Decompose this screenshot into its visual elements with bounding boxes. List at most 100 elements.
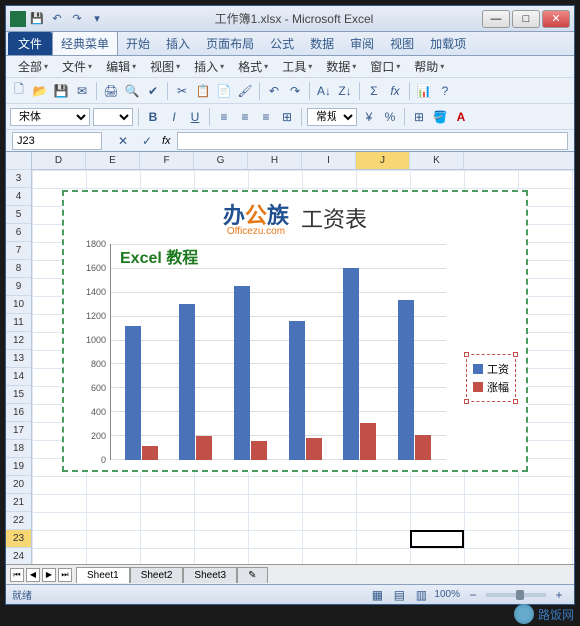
italic-icon[interactable]: I xyxy=(165,108,183,126)
tab-insert[interactable]: 插入 xyxy=(158,32,198,55)
number-format-select[interactable]: 常规 xyxy=(307,108,357,126)
bar[interactable] xyxy=(343,268,359,460)
print-icon[interactable]: 🖨 xyxy=(102,82,120,100)
view-break-icon[interactable]: ▥ xyxy=(412,586,430,604)
sheet-tab[interactable]: Sheet1 xyxy=(76,567,130,583)
fx-icon[interactable]: fx xyxy=(386,82,404,100)
row-header[interactable]: 15 xyxy=(6,386,31,404)
row-header[interactable]: 17 xyxy=(6,422,31,440)
sheet-tab[interactable]: Sheet2 xyxy=(130,567,184,583)
row-header[interactable]: 21 xyxy=(6,494,31,512)
row-header[interactable]: 14 xyxy=(6,368,31,386)
col-header[interactable]: I xyxy=(302,152,356,169)
view-layout-icon[interactable]: ▤ xyxy=(390,586,408,604)
zoom-out-button[interactable]: − xyxy=(464,586,482,604)
row-header[interactable]: 7 xyxy=(6,242,31,260)
tab-review[interactable]: 审阅 xyxy=(342,32,382,55)
row-header[interactable]: 9 xyxy=(6,278,31,296)
row-header[interactable]: 11 xyxy=(6,314,31,332)
row-header[interactable]: 18 xyxy=(6,440,31,458)
fill-color-icon[interactable]: 🪣 xyxy=(431,108,449,126)
qat-more-icon[interactable]: ▾ xyxy=(88,10,106,28)
new-icon[interactable]: 🗋 xyxy=(10,82,28,100)
bar[interactable] xyxy=(415,435,431,460)
row-header[interactable]: 24 xyxy=(6,548,31,564)
borders-icon[interactable]: ⊞ xyxy=(410,108,428,126)
menu-data[interactable]: 数据▾ xyxy=(320,56,362,77)
file-tab[interactable]: 文件 xyxy=(8,32,52,55)
open-icon[interactable]: 📂 xyxy=(31,82,49,100)
mail-icon[interactable]: ✉ xyxy=(73,82,91,100)
save-icon[interactable]: 💾 xyxy=(52,82,70,100)
sheet-tab[interactable]: Sheet3 xyxy=(183,567,237,583)
align-center-icon[interactable]: ≡ xyxy=(236,108,254,126)
font-color-icon[interactable]: A xyxy=(452,108,470,126)
chart-legend[interactable]: 工资 涨幅 xyxy=(466,354,516,402)
underline-icon[interactable]: U xyxy=(186,108,204,126)
row-header[interactable]: 12 xyxy=(6,332,31,350)
cut-icon[interactable]: ✂ xyxy=(173,82,191,100)
bar[interactable] xyxy=(289,321,305,460)
autosum-icon[interactable]: Σ xyxy=(365,82,383,100)
row-header[interactable]: 10 xyxy=(6,296,31,314)
bar[interactable] xyxy=(398,300,414,460)
col-header[interactable]: G xyxy=(194,152,248,169)
tab-addins[interactable]: 加载项 xyxy=(422,32,474,55)
menu-file[interactable]: 文件▾ xyxy=(56,56,98,77)
tab-formulas[interactable]: 公式 xyxy=(262,32,302,55)
menu-format[interactable]: 格式▾ xyxy=(232,56,274,77)
row-header[interactable]: 23 xyxy=(6,530,31,548)
menu-window[interactable]: 窗口▾ xyxy=(364,56,406,77)
confirm-fx-icon[interactable]: ✓ xyxy=(138,132,156,150)
bar[interactable] xyxy=(142,446,158,460)
bar[interactable] xyxy=(306,438,322,460)
copy-icon[interactable]: 📋 xyxy=(194,82,212,100)
col-header[interactable]: F xyxy=(140,152,194,169)
col-header[interactable]: H xyxy=(248,152,302,169)
col-header[interactable]: E xyxy=(86,152,140,169)
tab-view[interactable]: 视图 xyxy=(382,32,422,55)
menu-all[interactable]: 全部▾ xyxy=(12,56,54,77)
preview-icon[interactable]: 🔍 xyxy=(123,82,141,100)
minimize-button[interactable]: — xyxy=(482,10,510,28)
row-header[interactable]: 3 xyxy=(6,170,31,188)
spell-icon[interactable]: ✔ xyxy=(144,82,162,100)
last-sheet-button[interactable]: ⏭ xyxy=(58,568,72,582)
row-header[interactable]: 13 xyxy=(6,350,31,368)
save-icon[interactable]: 💾 xyxy=(28,10,46,28)
row-header[interactable]: 6 xyxy=(6,224,31,242)
row-header[interactable]: 5 xyxy=(6,206,31,224)
sort-asc-icon[interactable]: A↓ xyxy=(315,82,333,100)
font-size-select[interactable] xyxy=(93,108,133,126)
zoom-slider[interactable] xyxy=(486,593,546,597)
redo-icon[interactable]: ↷ xyxy=(286,82,304,100)
maximize-button[interactable]: □ xyxy=(512,10,540,28)
bar[interactable] xyxy=(196,436,212,460)
undo-icon[interactable]: ↶ xyxy=(48,10,66,28)
view-normal-icon[interactable]: ▦ xyxy=(368,586,386,604)
row-header[interactable]: 4 xyxy=(6,188,31,206)
bar[interactable] xyxy=(125,326,141,460)
first-sheet-button[interactable]: ⏮ xyxy=(10,568,24,582)
bar[interactable] xyxy=(234,286,250,460)
new-sheet-button[interactable]: ✎ xyxy=(237,567,267,583)
formula-input[interactable] xyxy=(177,132,568,150)
tab-layout[interactable]: 页面布局 xyxy=(198,32,262,55)
font-select[interactable]: 宋体 xyxy=(10,108,90,126)
percent-icon[interactable]: % xyxy=(381,108,399,126)
next-sheet-button[interactable]: ▶ xyxy=(42,568,56,582)
embedded-chart[interactable]: 办公族 Officezu.com 工资表 Excel 教程 0200400600… xyxy=(62,190,528,472)
col-header[interactable]: K xyxy=(410,152,464,169)
bar[interactable] xyxy=(360,423,376,460)
align-right-icon[interactable]: ≡ xyxy=(257,108,275,126)
currency-icon[interactable]: ¥ xyxy=(360,108,378,126)
undo-icon[interactable]: ↶ xyxy=(265,82,283,100)
menu-insert[interactable]: 插入▾ xyxy=(188,56,230,77)
help-icon[interactable]: ? xyxy=(436,82,454,100)
row-header[interactable]: 22 xyxy=(6,512,31,530)
tab-classic-menu[interactable]: 经典菜单 xyxy=(52,31,118,55)
bar[interactable] xyxy=(251,441,267,460)
prev-sheet-button[interactable]: ◀ xyxy=(26,568,40,582)
col-header[interactable]: D xyxy=(32,152,86,169)
align-left-icon[interactable]: ≡ xyxy=(215,108,233,126)
